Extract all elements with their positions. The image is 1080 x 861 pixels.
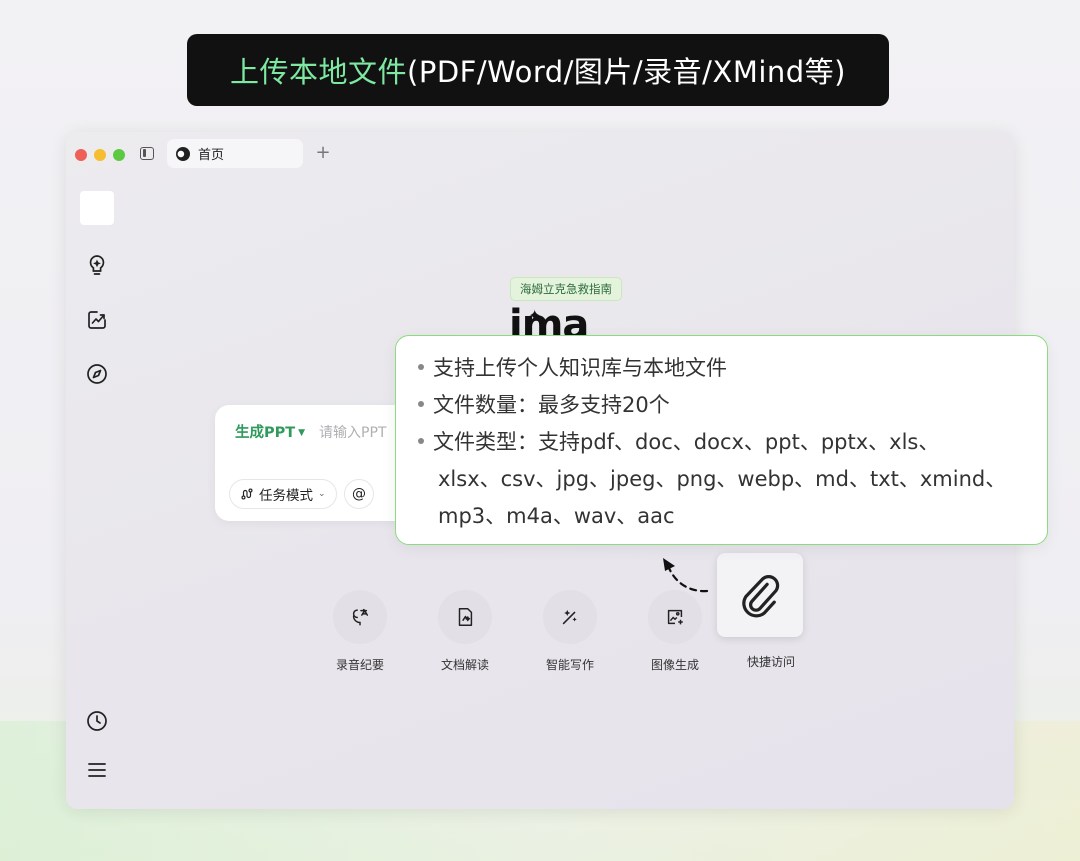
caret-down-icon: ▼ (298, 428, 306, 438)
image-icon (648, 590, 702, 644)
tab-label: 首页 (198, 148, 225, 163)
sparkle-icon: ✦ (528, 306, 542, 325)
tool-image-generation[interactable]: 图像生成 (640, 590, 710, 673)
close-button[interactable] (75, 149, 87, 161)
zoom-button[interactable] (113, 149, 125, 161)
task-mode-label: 任务模式 (259, 488, 313, 504)
tool-label: 文档解读 (440, 658, 489, 672)
paperclip-icon (742, 575, 780, 618)
route-icon (241, 488, 253, 500)
tab-home[interactable]: 首页 (167, 139, 303, 168)
ima-logo: ima (509, 305, 589, 335)
avatar[interactable] (80, 191, 114, 225)
tooltip-line: 文件数量：最多支持20个 (418, 387, 1031, 424)
traffic-lights (75, 149, 125, 161)
ima-logo-icon (176, 146, 190, 161)
upload-info-tooltip: 支持上传个人知识库与本地文件 文件数量：最多支持20个 文件类型：支持pdf、d… (395, 335, 1048, 545)
compass-icon[interactable] (85, 362, 109, 386)
doc-icon (438, 590, 492, 644)
chevron-down-icon: ⌄ (318, 489, 326, 499)
wand-icon (543, 590, 597, 644)
minimize-button[interactable] (94, 149, 106, 161)
tool-smart-writing[interactable]: 智能写作 (535, 590, 605, 673)
tool-label: 录音纪要 (335, 658, 384, 672)
task-mode-button[interactable]: 任务模式 ⌄ (229, 479, 337, 509)
suggestion-chip[interactable]: 海姆立克急救指南 (510, 277, 622, 301)
clock-icon[interactable] (85, 709, 109, 733)
tooltip-line-continued: mp3、m4a、wav、aac (438, 504, 675, 528)
tooltip-line: 支持上传个人知识库与本地文件 (418, 350, 1031, 387)
sidebar-toggle-icon[interactable] (140, 147, 154, 160)
tool-recording-minutes[interactable]: 录音纪要 (325, 590, 395, 673)
tool-document-reading[interactable]: 文档解读 (430, 590, 500, 673)
banner-highlight: 上传本地文件 (230, 55, 408, 89)
mode-label: 生成PPT (235, 425, 296, 441)
mention-button[interactable]: @ (344, 479, 374, 509)
tooltip-line-continued: xlsx、csv、jpg、jpeg、png、webp、md、txt、xmind、 (438, 467, 1007, 491)
tooltip-line: 文件类型：支持pdf、doc、docx、ppt、pptx、xls、 (418, 424, 1031, 461)
prompt-placeholder[interactable]: 请输入PPT (319, 422, 386, 442)
new-tab-button[interactable]: + (315, 142, 331, 163)
tool-label: 图像生成 (650, 658, 699, 672)
pointer-arrow-icon (663, 558, 709, 593)
quick-access-label: 快捷访问 (747, 655, 796, 669)
title-banner: 上传本地文件 (PDF/Word/图片/录音/XMind等) (187, 34, 889, 106)
quick-access-button[interactable] (717, 553, 803, 637)
menu-icon[interactable] (85, 758, 109, 782)
lightbulb-icon[interactable] (85, 253, 109, 277)
mic-icon (333, 590, 387, 644)
banner-rest: (PDF/Word/图片/录音/XMind等) (407, 55, 846, 89)
mode-selector[interactable]: 生成PPT ▼ (235, 421, 305, 442)
tool-label: 智能写作 (545, 658, 594, 672)
edit-chart-icon[interactable] (85, 308, 109, 332)
